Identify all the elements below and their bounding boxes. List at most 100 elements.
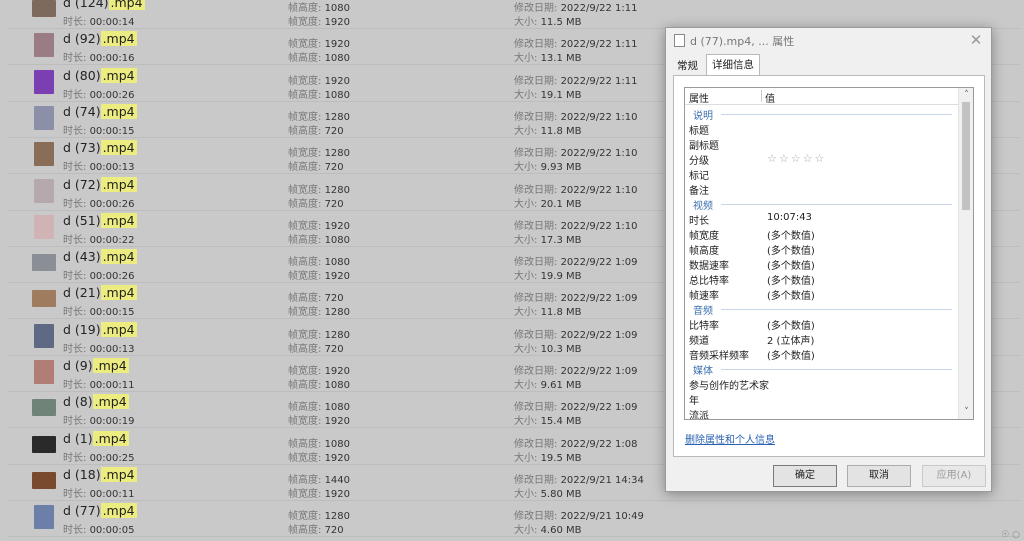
frame-dim-2: 帧宽度: 1920 <box>288 489 351 500</box>
file-size: 大小: 17.3 MB <box>514 235 582 246</box>
video-thumbnail <box>32 0 56 17</box>
section-header: 音频 <box>685 301 958 317</box>
property-name: 分级 <box>689 156 709 167</box>
file-name: d (80) .mp4 <box>63 68 137 83</box>
extension-highlight: .mp4 <box>92 358 129 373</box>
frame-dim-2: 帧宽度: 1280 <box>288 307 351 318</box>
scroll-up-icon[interactable]: ˄ <box>959 88 973 102</box>
frame-dim-2: 帧宽度: 1920 <box>288 453 351 464</box>
column-property[interactable]: 属性 <box>689 90 709 105</box>
modified-date: 修改日期: 2022/9/22 1:11 <box>514 76 638 87</box>
cancel-button[interactable]: 取消 <box>847 465 911 487</box>
property-list[interactable]: 属性 值 ˄ ˅ 说明 标题 副标题 分级 ☆☆☆☆☆ 标记 备注 视频 时长 10:07:43 帧… <box>684 87 974 420</box>
file-size: 大小: 5.80 MB <box>514 489 582 500</box>
property-row[interactable]: 参与创作的艺术家 <box>685 376 958 392</box>
property-name: 年 <box>689 396 699 407</box>
duration-text: 时长: 00:00:14 <box>63 17 135 28</box>
property-row[interactable]: 时长 10:07:43 <box>685 211 958 227</box>
modified-date: 修改日期: 2022/9/22 1:09 <box>514 366 638 377</box>
scroll-thumb[interactable] <box>962 102 970 210</box>
modified-date: 修改日期: 2022/9/22 1:09 <box>514 293 638 304</box>
file-size: 大小: 20.1 MB <box>514 199 582 210</box>
frame-dim-1: 帧宽度: 1920 <box>288 76 351 87</box>
extension-highlight: .mp4 <box>100 249 137 264</box>
extension-highlight: .mp4 <box>100 467 137 482</box>
property-row[interactable]: 音频采样频率 (多个数值) <box>685 346 958 362</box>
document-icon <box>674 34 685 47</box>
file-name: d (8) .mp4 <box>63 394 129 409</box>
file-size: 大小: 11.5 MB <box>514 17 582 28</box>
property-row[interactable]: 副标题 <box>685 136 958 152</box>
file-size: 大小: 19.9 MB <box>514 271 582 282</box>
property-row[interactable]: 标题 <box>685 121 958 137</box>
close-button[interactable]: ✕ <box>965 30 987 50</box>
frame-dim-1: 帧宽度: 1920 <box>288 39 351 50</box>
remove-properties-link[interactable]: 删除属性和个人信息 <box>685 431 775 446</box>
duration-text: 时长: 00:00:22 <box>63 235 135 246</box>
file-name: d (92) .mp4 <box>63 31 137 46</box>
duration-text: 时长: 00:00:19 <box>63 416 135 427</box>
property-row[interactable]: 帧宽度 (多个数值) <box>685 226 958 242</box>
ok-button[interactable]: 确定 <box>773 465 837 487</box>
frame-dim-2: 帧高度: 1080 <box>288 235 351 246</box>
column-value[interactable]: 值 <box>765 90 775 105</box>
vertical-scrollbar[interactable]: ˄ ˅ <box>958 88 973 419</box>
rating-stars[interactable]: ☆☆☆☆☆ <box>767 152 826 165</box>
frame-dim-1: 帧宽度: 1920 <box>288 221 351 232</box>
property-row[interactable]: 年 <box>685 391 958 407</box>
frame-dim-2: 帧高度: 720 <box>288 162 344 173</box>
file-row[interactable]: d (77) .mp4 时长: 00:00:05 帧宽度: 1280 帧高度: 720 修… <box>8 501 1020 537</box>
modified-date: 修改日期: 2022/9/22 1:09 <box>514 330 638 341</box>
file-name: d (9) .mp4 <box>63 358 129 373</box>
property-value: 2 (立体声) <box>767 336 815 347</box>
tab-general[interactable]: 常规 <box>672 56 703 76</box>
property-row[interactable]: 频道 2 (立体声) <box>685 331 958 347</box>
file-name: d (72) .mp4 <box>63 177 137 192</box>
modified-date: 修改日期: 2022/9/22 1:10 <box>514 112 638 123</box>
section-header: 媒体 <box>685 361 958 377</box>
duration-text: 时长: 00:00:26 <box>63 271 135 282</box>
property-row[interactable]: 分级 ☆☆☆☆☆ <box>685 151 958 167</box>
file-name: d (43) .mp4 <box>63 249 137 264</box>
duration-text: 时长: 00:00:26 <box>63 199 135 210</box>
property-name: 时长 <box>689 216 709 227</box>
extension-highlight: .mp4 <box>100 285 137 300</box>
file-size: 大小: 11.8 MB <box>514 126 582 137</box>
file-size: 大小: 15.4 MB <box>514 416 582 427</box>
section-header: 视频 <box>685 196 958 212</box>
apply-button[interactable]: 应用(A) <box>922 465 986 487</box>
file-name: d (1) .mp4 <box>63 431 129 446</box>
extension-highlight: .mp4 <box>108 0 145 10</box>
extension-highlight: .mp4 <box>100 68 137 83</box>
frame-dim-1: 帧高度: 1440 <box>288 475 351 486</box>
properties-dialog: d (77).mp4, ... 属性 ✕ 常规 详细信息 属性 值 ˄ ˅ 说明… <box>665 27 992 492</box>
frame-dim-2: 帧宽度: 1920 <box>288 271 351 282</box>
frame-dim-2: 帧高度: 1080 <box>288 380 351 391</box>
property-row[interactable]: 比特率 (多个数值) <box>685 316 958 332</box>
modified-date: 修改日期: 2022/9/22 1:11 <box>514 39 638 50</box>
property-row[interactable]: 总比特率 (多个数值) <box>685 271 958 287</box>
file-row[interactable]: d (124) .mp4 时长: 00:00:14 帧高度: 1080 帧宽度: 192… <box>8 0 1020 29</box>
property-name: 帧高度 <box>689 246 719 257</box>
property-row[interactable]: 帧速率 (多个数值) <box>685 286 958 302</box>
property-row[interactable]: 帧高度 (多个数值) <box>685 241 958 257</box>
file-size: 大小: 11.8 MB <box>514 307 582 318</box>
dialog-title: d (77).mp4, ... 属性 <box>690 35 795 48</box>
property-row[interactable]: 标记 <box>685 166 958 182</box>
duration-text: 时长: 00:00:15 <box>63 307 135 318</box>
scroll-down-icon[interactable]: ˅ <box>959 405 973 419</box>
frame-dim-1: 帧宽度: 1920 <box>288 366 351 377</box>
file-name: d (18) .mp4 <box>63 467 137 482</box>
property-row[interactable]: 流派 <box>685 406 958 419</box>
modified-date: 修改日期: 2022/9/22 1:10 <box>514 221 638 232</box>
file-size: 大小: 19.5 MB <box>514 453 582 464</box>
video-thumbnail <box>34 142 54 166</box>
file-size: 大小: 4.60 MB <box>514 525 582 536</box>
property-row[interactable]: 数据速率 (多个数值) <box>685 256 958 272</box>
column-divider[interactable] <box>761 90 762 102</box>
tab-details[interactable]: 详细信息 <box>706 54 760 76</box>
property-row[interactable]: 备注 <box>685 181 958 197</box>
file-size: 大小: 9.93 MB <box>514 162 582 173</box>
property-name: 帧速率 <box>689 291 719 302</box>
dialog-title-bar[interactable]: d (77).mp4, ... 属性 ✕ <box>666 28 991 54</box>
